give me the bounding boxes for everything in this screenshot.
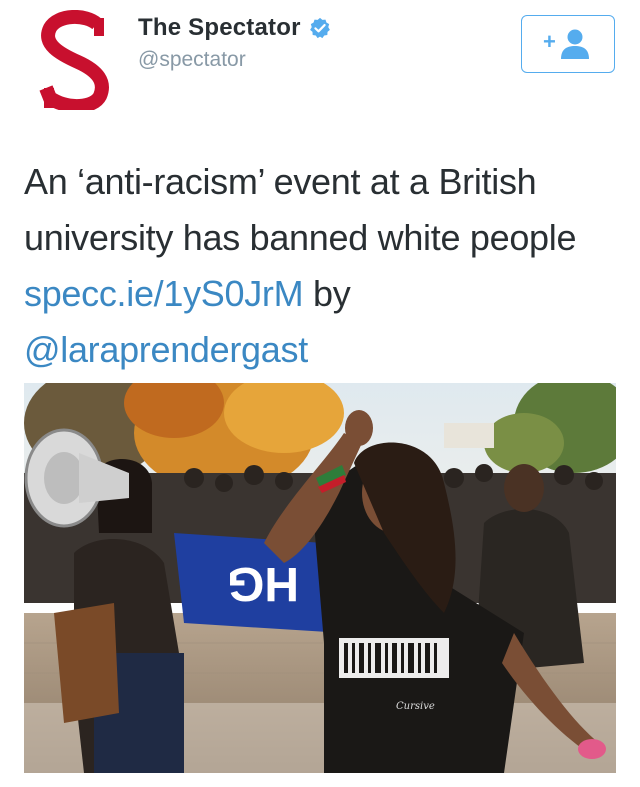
tweet-text-by: by	[313, 273, 351, 314]
tweet-mention[interactable]: @laraprendergast	[24, 329, 308, 370]
tweet-text-body: An ‘anti-racism’ event at a British univ…	[24, 161, 577, 258]
follow-button[interactable]: +	[521, 15, 615, 73]
account-handle[interactable]: @spectator	[138, 48, 246, 72]
shirt-text: Cursive	[396, 701, 435, 712]
verified-badge-icon	[309, 17, 330, 39]
spectator-logo	[24, 10, 124, 113]
banner-text: HG	[227, 557, 299, 610]
tweet-link[interactable]: specc.ie/1yS0JrM	[24, 273, 304, 314]
account-name[interactable]: The Spectator	[138, 14, 301, 42]
avatar[interactable]	[24, 10, 124, 113]
account-name-row[interactable]: The Spectator	[138, 14, 331, 42]
svg-text:+: +	[543, 29, 556, 54]
tweet-text: An ‘anti-racism’ event at a British univ…	[24, 154, 624, 378]
add-user-icon: +	[543, 29, 589, 59]
tweet-photo[interactable]: HG Cursive	[24, 383, 616, 773]
protest-photo: HG Cursive	[24, 383, 616, 773]
